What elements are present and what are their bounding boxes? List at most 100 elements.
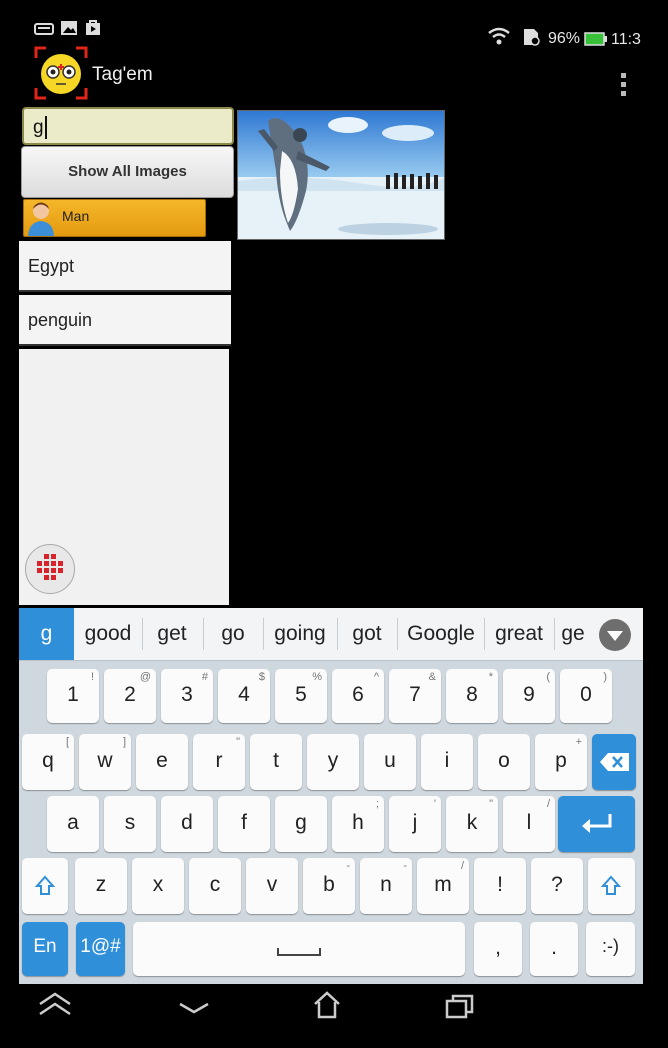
key-y[interactable]: y [307, 734, 359, 790]
backspace-icon [600, 753, 629, 771]
language-key[interactable]: En [22, 922, 68, 976]
key-secondary-label: - [403, 860, 407, 872]
symbols-key[interactable]: 1@# [76, 922, 125, 976]
back-icon[interactable] [38, 992, 72, 1018]
key-3[interactable]: 3 # [161, 669, 213, 723]
comma-key[interactable]: , [474, 922, 522, 976]
key-secondary-label: & [428, 671, 436, 683]
period-key[interactable]: . [530, 922, 578, 976]
key-label: f [241, 811, 247, 834]
key-b[interactable]: b- [303, 858, 355, 914]
key-![interactable]: ! [474, 858, 526, 914]
key-?[interactable]: ? [531, 858, 583, 914]
suggestion-item[interactable]: Google [398, 608, 484, 660]
key-secondary-label: $ [258, 671, 265, 683]
key-label: h [352, 811, 364, 834]
key-label: w [97, 749, 113, 772]
person-icon [28, 202, 54, 236]
key-n[interactable]: n- [360, 858, 412, 914]
key-k[interactable]: k " [446, 796, 498, 852]
key-4[interactable]: 4 $ [218, 669, 270, 723]
tag-item-egypt[interactable]: Egypt [19, 241, 231, 292]
key-label: x [152, 873, 164, 896]
enter-key[interactable] [558, 796, 635, 852]
key-label: p [555, 749, 567, 772]
key-1[interactable]: 1! [47, 669, 99, 723]
key-9[interactable]: 9( [503, 669, 555, 723]
key-label: m [434, 873, 452, 896]
key-5[interactable]: 5% [275, 669, 327, 723]
suggestion-item[interactable]: good [75, 608, 141, 660]
photo-notification-icon [61, 21, 77, 35]
show-all-images-button[interactable]: Show All Images [21, 146, 234, 198]
owl-face-logo [34, 46, 88, 100]
suggestion-item[interactable]: going [264, 608, 336, 660]
penguin-photo [238, 111, 444, 239]
key-p[interactable]: p + [535, 734, 587, 790]
key-t[interactable]: t [250, 734, 302, 790]
key-o[interactable]: o [478, 734, 530, 790]
chevron-down-icon[interactable] [598, 618, 632, 652]
key-label: v [266, 873, 278, 896]
home-icon[interactable] [312, 990, 342, 1020]
selected-tag-man[interactable]: Man [23, 199, 206, 237]
key-u[interactable]: u [364, 734, 416, 790]
suggestion-item[interactable]: great [485, 608, 553, 660]
text-cursor [45, 116, 47, 139]
key-s[interactable]: s [104, 796, 156, 852]
key-label: 4 [238, 683, 250, 706]
key-d[interactable]: d [161, 796, 213, 852]
grid-menu-button[interactable] [25, 544, 75, 594]
key-8[interactable]: 8 * [446, 669, 498, 723]
key-e[interactable]: e [136, 734, 188, 790]
shift-key-right[interactable] [588, 858, 635, 914]
key-v[interactable]: v [246, 858, 298, 914]
key-f[interactable]: f [218, 796, 270, 852]
key-w[interactable]: w] [79, 734, 131, 790]
more-vert-icon[interactable] [618, 72, 630, 98]
image-thumbnail-penguin[interactable] [237, 110, 445, 240]
key-label: o [498, 749, 510, 772]
key-a[interactable]: a [47, 796, 99, 852]
key-label: t [273, 749, 279, 772]
suggestion-item[interactable]: go [204, 608, 262, 660]
wifi-icon [488, 27, 510, 45]
key-z[interactable]: z [75, 858, 127, 914]
key-label: 5 [295, 683, 307, 706]
key-m[interactable]: m / [417, 858, 469, 914]
key-i[interactable]: i [421, 734, 473, 790]
key-secondary-label: # [201, 671, 208, 683]
backspace-key[interactable] [592, 734, 636, 790]
key-7[interactable]: 7 & [389, 669, 441, 723]
suggestion-item[interactable]: get [143, 608, 201, 660]
key-label: 8 [466, 683, 478, 706]
key-6[interactable]: 6 ^ [332, 669, 384, 723]
key-label: l [526, 811, 532, 834]
key-2[interactable]: 2 @ [104, 669, 156, 723]
suggestion-item[interactable]: ge [555, 608, 591, 660]
suggestion-item[interactable]: got [338, 608, 396, 660]
recents-icon[interactable] [445, 993, 475, 1019]
key-h[interactable]: h; [332, 796, 384, 852]
key-secondary-label: % [312, 671, 322, 683]
key-x[interactable]: x [132, 858, 184, 914]
key-g[interactable]: g [275, 796, 327, 852]
smiley-key[interactable]: :-) [586, 922, 635, 976]
suggestion-item[interactable]: g [19, 608, 74, 660]
key-j[interactable]: j ' [389, 796, 441, 852]
key-r[interactable]: r " [193, 734, 245, 790]
shift-key-left[interactable] [22, 858, 68, 914]
key-secondary-label: - [346, 860, 350, 872]
search-input[interactable]: g [22, 107, 234, 145]
key-q[interactable]: q[ [22, 734, 74, 790]
chevron-down-icon[interactable] [178, 1000, 210, 1016]
key-label: q [42, 749, 54, 772]
space-key[interactable] [133, 922, 465, 976]
key-label: 2 [124, 683, 136, 706]
key-c[interactable]: c [189, 858, 241, 914]
key-0[interactable]: 0) [560, 669, 612, 723]
key-l[interactable]: l / [503, 796, 555, 852]
key-label: y [327, 749, 339, 772]
key-secondary-label: / [460, 860, 464, 872]
tag-item-penguin[interactable]: penguin [19, 295, 231, 346]
